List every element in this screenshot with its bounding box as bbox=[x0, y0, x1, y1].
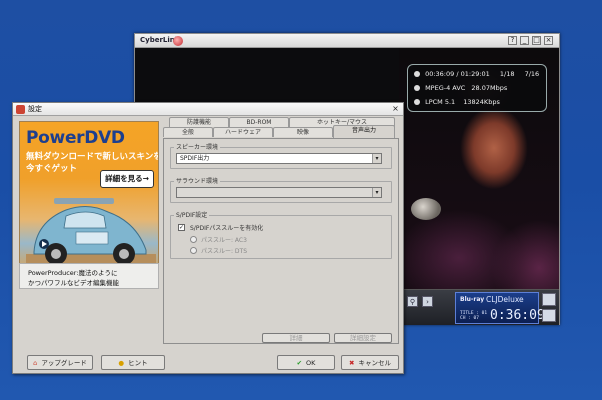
bluray-logo: Blu-ray bbox=[460, 296, 485, 303]
ok-button-label: OK bbox=[306, 359, 316, 367]
clock-icon bbox=[414, 71, 420, 77]
minimize-button[interactable]: _ bbox=[520, 36, 529, 45]
chevron-down-icon[interactable]: ▾ bbox=[372, 154, 381, 163]
tab-protection[interactable]: 防護機能 bbox=[169, 117, 229, 127]
osd-title: 7/16 bbox=[524, 70, 540, 78]
tab-bd-rom[interactable]: BD-ROM bbox=[229, 117, 289, 127]
lcd-display-panel: Blu-ray CLJDeluxe TITLE : 01 CH : 07 0:3… bbox=[455, 292, 545, 324]
promo-caption-line2: かつパワフルなビデオ編集機能 bbox=[28, 279, 119, 287]
settings-titlebar[interactable]: 設定 × bbox=[13, 103, 403, 116]
promo-caption[interactable]: PowerProducer:魔法のように かつパワフルなビデオ編集機能 bbox=[19, 263, 159, 289]
promo-banner[interactable]: PowerDVD 無料ダウンロードで新しいスキンを 今すぐゲット 詳細を見る→ bbox=[19, 121, 159, 285]
osd-video-row: MPEG-4 AVC 28.07Mbps bbox=[414, 84, 507, 92]
maximize-button[interactable]: □ bbox=[532, 36, 541, 45]
hint-button-label: ヒント bbox=[128, 359, 148, 367]
cancel-button[interactable]: ✖ キャンセル bbox=[341, 355, 399, 370]
player-titlebar[interactable]: CyberLink ? _ □ × bbox=[135, 34, 559, 48]
passthrough-ac3-label: パススルー: AC3 bbox=[201, 237, 247, 244]
user-icon[interactable]: ⚲ bbox=[407, 296, 418, 307]
promo-text-line2: 今すぐゲット bbox=[26, 164, 78, 174]
video-format-icon bbox=[414, 85, 420, 91]
more-button[interactable]: 詳細 bbox=[262, 333, 330, 343]
player-control-bar: ⚲ › Blu-ray CLJDeluxe TITLE : 01 CH : 07… bbox=[399, 289, 559, 325]
osd-time-total: 01:29:01 bbox=[460, 70, 490, 78]
osd-time-row: 00:36:09 / 01:29:01 1/18 7/16 bbox=[414, 70, 539, 78]
player-app-icon bbox=[173, 36, 183, 46]
panel-toggle-icon[interactable] bbox=[542, 309, 556, 322]
osd-audio-row: LPCM 5.1 13824Kbps bbox=[414, 98, 500, 106]
video-saxophone-detail bbox=[411, 198, 441, 220]
title-chapter-readout: TITLE : 01 CH : 07 bbox=[460, 311, 487, 321]
settings-app-icon bbox=[16, 105, 25, 114]
osd-time-elapsed: 00:36:09 bbox=[425, 70, 455, 78]
checkmark-icon: ✔ bbox=[296, 359, 303, 367]
chevron-right-icon[interactable]: › bbox=[422, 296, 433, 307]
home-icon: ⌂ bbox=[33, 359, 38, 367]
tab-video[interactable]: 映像 bbox=[273, 127, 333, 137]
playback-info-overlay: 00:36:09 / 01:29:01 1/18 7/16 MPEG-4 AVC… bbox=[407, 64, 547, 112]
osd-chapter: 1/18 bbox=[499, 70, 515, 78]
beetle-car-illustration bbox=[26, 198, 156, 272]
speaker-environment-select[interactable]: SPDIF出力 ▾ bbox=[176, 153, 382, 164]
close-icon[interactable]: × bbox=[391, 105, 400, 114]
spdif-settings-label: S/PDIF設定 bbox=[174, 210, 210, 219]
speaker-environment-label: スピーカー環境 bbox=[174, 142, 221, 151]
tab-hardware[interactable]: ハードウェア bbox=[213, 127, 273, 137]
settings-title: 設定 bbox=[28, 105, 42, 113]
promo-caption-line1: PowerProducer:魔法のように bbox=[28, 269, 118, 277]
surround-environment-label: サラウンド環境 bbox=[174, 176, 221, 185]
passthrough-dts-radio[interactable] bbox=[190, 247, 197, 254]
spdif-passthrough-label: S/PDIFパススルーを有効化 bbox=[190, 225, 264, 232]
upgrade-button-label: アップグレード bbox=[41, 359, 87, 367]
passthrough-dts-label: パススルー: DTS bbox=[201, 248, 248, 255]
timecode-display: 0:36:09 bbox=[490, 308, 545, 323]
chapter-readout: CH : 07 bbox=[460, 316, 479, 321]
osd-video-bitrate: 28.07Mbps bbox=[471, 84, 508, 92]
passthrough-ac3-radio[interactable] bbox=[190, 236, 197, 243]
help-button[interactable]: ? bbox=[508, 36, 517, 45]
upgrade-button[interactable]: ⌂ アップグレード bbox=[27, 355, 93, 370]
audio-format-icon bbox=[414, 99, 420, 105]
chevron-down-icon[interactable]: ▾ bbox=[372, 188, 381, 197]
promo-text-line1: 無料ダウンロードで新しいスキンを bbox=[26, 152, 159, 162]
lightbulb-icon: ● bbox=[118, 359, 125, 367]
x-icon: ✖ bbox=[349, 359, 355, 367]
advanced-settings-button[interactable]: 詳細設定 bbox=[334, 333, 392, 343]
skin-brand-label: CLJDeluxe bbox=[486, 295, 524, 304]
ok-button[interactable]: ✔ OK bbox=[277, 355, 335, 370]
osd-video-format: MPEG-4 AVC bbox=[425, 84, 466, 92]
speaker-environment-value: SPDIF出力 bbox=[180, 155, 210, 162]
expand-controls-icon[interactable] bbox=[542, 293, 556, 306]
spdif-passthrough-checkbox[interactable]: ✓ bbox=[178, 224, 185, 231]
osd-audio-format: LPCM 5.1 bbox=[425, 98, 456, 106]
tab-general[interactable]: 全般 bbox=[163, 127, 213, 137]
cancel-button-label: キャンセル bbox=[358, 359, 391, 367]
osd-audio-bitrate: 13824Kbps bbox=[463, 98, 500, 106]
promo-title: PowerDVD bbox=[26, 128, 125, 148]
promo-details-button[interactable]: 詳細を見る→ bbox=[100, 170, 154, 188]
settings-dialog: 設定 × PowerDVD 無料ダウンロードで新しいスキンを 今すぐゲット 詳細… bbox=[12, 102, 404, 374]
tab-audio-output[interactable]: 音声出力 bbox=[333, 125, 395, 138]
hint-button[interactable]: ● ヒント bbox=[101, 355, 165, 370]
close-button[interactable]: × bbox=[544, 36, 553, 45]
audio-output-panel: スピーカー環境 SPDIF出力 ▾ サラウンド環境 ▾ S/PDIF設定 ✓ S… bbox=[163, 138, 399, 344]
surround-environment-select[interactable]: ▾ bbox=[176, 187, 382, 198]
